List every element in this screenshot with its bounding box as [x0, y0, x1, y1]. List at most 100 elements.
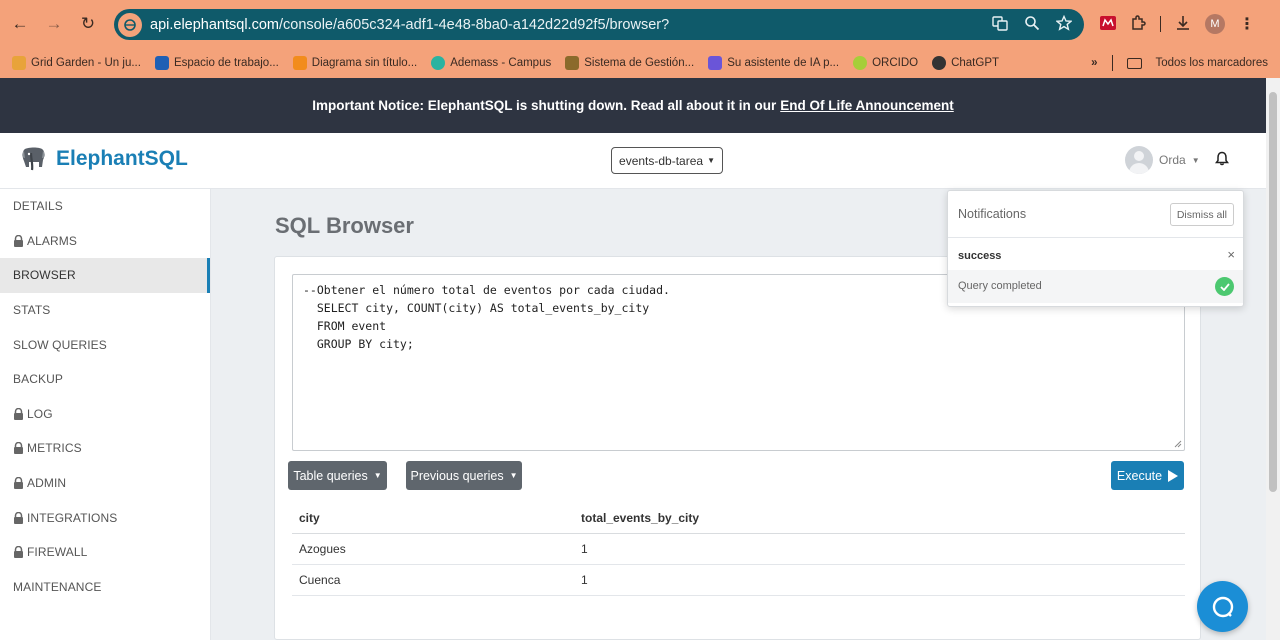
translate-icon[interactable]	[992, 15, 1008, 34]
sidebar-item-label: METRICS	[27, 441, 82, 456]
check-circle-icon	[1215, 277, 1234, 296]
play-icon	[1168, 469, 1179, 482]
bookmark-chatgpt[interactable]: ChatGPT	[932, 56, 999, 70]
bookmark-asistente-ia[interactable]: Su asistente de IA p...	[708, 56, 839, 70]
more-bookmarks-icon[interactable]: »	[1091, 57, 1097, 69]
extension-icon[interactable]	[1100, 15, 1116, 33]
query-line: FROM event	[303, 319, 387, 333]
bookmark-grid-garden[interactable]: Grid Garden - Un ju...	[12, 56, 141, 70]
sidebar-item-alarms[interactable]: ALARMS	[0, 224, 210, 259]
bookmark-favicon-icon	[12, 56, 26, 70]
table-row: Cuenca 1	[292, 564, 1185, 596]
site-info-icon[interactable]	[118, 12, 142, 37]
bookmark-label: Ademass - Campus	[450, 57, 552, 69]
brand-name: ElephantSQL	[56, 147, 188, 170]
bookmark-label: Diagrama sin título...	[311, 57, 418, 69]
instance-select[interactable]: events-db-tarea ▼	[611, 147, 723, 174]
bookmark-ademass[interactable]: Ademass - Campus	[431, 56, 551, 70]
sidebar-item-browser[interactable]: BROWSER	[0, 258, 210, 293]
back-icon[interactable]: ←	[6, 10, 34, 38]
bookmark-label: Espacio de trabajo...	[173, 57, 279, 69]
bookmark-espacio-trabajo[interactable]: Espacio de trabajo...	[154, 56, 279, 70]
bookmark-diagrama[interactable]: Diagrama sin título...	[292, 56, 418, 70]
instance-name: events-db-tarea	[619, 153, 704, 168]
caret-down-icon: ▼	[509, 471, 518, 480]
address-bar[interactable]: api.elephantsql.com/console/a605c324-adf…	[114, 9, 1084, 40]
user-menu[interactable]: Orda ▼	[1125, 146, 1200, 174]
column-header: total_events_by_city	[574, 503, 1185, 534]
bookmark-orcido[interactable]: ORCIDO	[853, 56, 918, 70]
sidebar-item-stats[interactable]: STATS	[0, 293, 210, 328]
menu-icon[interactable]: ⋮	[1239, 14, 1255, 34]
sidebar-item-integrations[interactable]: INTEGRATIONS	[0, 500, 210, 535]
close-icon[interactable]: ×	[1227, 247, 1235, 262]
bookmark-favicon-icon	[565, 56, 580, 70]
user-name: Orda	[1159, 153, 1186, 167]
caret-down-icon: ▼	[707, 156, 715, 165]
bookmark-label: ChatGPT	[951, 57, 1000, 69]
scrollbar-thumb[interactable]	[1269, 92, 1277, 492]
previous-queries-label: Previous queries	[410, 468, 504, 483]
help-chat-button[interactable]	[1197, 581, 1248, 632]
bookmark-sistema-gestion[interactable]: Sistema de Gestión...	[565, 56, 694, 70]
lock-icon	[14, 511, 23, 524]
execute-label: Execute	[1116, 468, 1163, 483]
sidebar-item-maintenance[interactable]: MAINTENANCE	[0, 570, 210, 605]
elephant-logo-icon	[22, 147, 45, 171]
execute-button[interactable]: Execute	[1111, 461, 1184, 490]
sidebar-item-slow-queries[interactable]: SLOW QUERIES	[0, 327, 210, 362]
sidebar-item-label: ADMIN	[27, 476, 67, 491]
profile-avatar[interactable]: M	[1205, 14, 1225, 34]
table-cell: 1	[574, 564, 1185, 596]
bookmark-star-icon[interactable]	[1055, 14, 1073, 34]
browser-toolbar: ← → ↻ api.elephantsql.com/console/a605c3…	[0, 0, 1280, 48]
notifications-title: Notifications	[958, 207, 1027, 221]
query-line: GROUP BY city;	[303, 337, 414, 351]
all-bookmarks-link[interactable]: Todos los marcadores	[1156, 57, 1269, 69]
sidebar-item-label: FIREWALL	[27, 545, 88, 560]
sidebar: DETAILS ALARMS BROWSER STATS SLOW QUERIE…	[0, 189, 211, 640]
bookmarks-bar: Grid Garden - Un ju... Espacio de trabaj…	[0, 48, 1280, 78]
reload-icon[interactable]: ↻	[74, 10, 102, 38]
resize-handle-icon[interactable]	[1174, 440, 1182, 448]
caret-down-icon: ▼	[1191, 155, 1200, 165]
bookmark-label: ORCIDO	[872, 57, 919, 69]
zoom-icon[interactable]	[1024, 15, 1040, 34]
bookmarks-divider	[1111, 55, 1113, 71]
sidebar-item-admin[interactable]: ADMIN	[0, 466, 210, 501]
sidebar-item-firewall[interactable]: FIREWALL	[0, 535, 210, 570]
dismiss-all-button[interactable]: Dismiss all	[1169, 203, 1234, 226]
extensions-puzzle-icon[interactable]	[1130, 14, 1146, 34]
sidebar-item-backup[interactable]: BACKUP	[0, 362, 210, 397]
bell-icon[interactable]	[1215, 151, 1229, 169]
table-cell: Cuenca	[292, 564, 574, 596]
bookmark-label: Sistema de Gestión...	[584, 57, 695, 69]
brand-logo[interactable]: ElephantSQL	[20, 145, 188, 173]
lock-icon	[14, 234, 23, 247]
notifications-panel: Notifications Dismiss all success × Quer…	[947, 190, 1244, 307]
sidebar-item-metrics[interactable]: METRICS	[0, 431, 210, 466]
notification-item: Query completed	[948, 270, 1243, 303]
app-header: ElephantSQL events-db-tarea ▼ Orda ▼	[0, 133, 1266, 189]
table-queries-button[interactable]: Table queries ▼	[288, 461, 387, 490]
notifications-header: Notifications Dismiss all	[948, 191, 1243, 238]
results-table: city total_events_by_city Azogues 1 Cuen…	[292, 503, 1185, 596]
notice-link[interactable]: End Of Life Announcement	[780, 98, 954, 113]
previous-queries-button[interactable]: Previous queries ▼	[406, 461, 522, 490]
toolbar-divider	[1160, 16, 1161, 32]
download-icon[interactable]	[1175, 15, 1191, 34]
notification-message: Query completed	[958, 280, 1042, 292]
lock-icon	[14, 477, 23, 490]
sidebar-item-log[interactable]: LOG	[0, 397, 210, 432]
bookmark-favicon-icon	[154, 56, 169, 70]
url-text: api.elephantsql.com/console/a605c324-adf…	[150, 17, 669, 33]
bookmark-label: Su asistente de IA p...	[727, 57, 840, 69]
caret-down-icon: ▼	[373, 471, 382, 480]
table-queries-label: Table queries	[293, 468, 368, 483]
sidebar-item-details[interactable]: DETAILS	[0, 189, 210, 224]
lock-icon	[14, 407, 23, 420]
page-title: SQL Browser	[275, 213, 414, 238]
sidebar-item-label: BACKUP	[13, 372, 63, 387]
page-scrollbar[interactable]	[1266, 78, 1280, 640]
forward-icon[interactable]: →	[40, 10, 68, 38]
